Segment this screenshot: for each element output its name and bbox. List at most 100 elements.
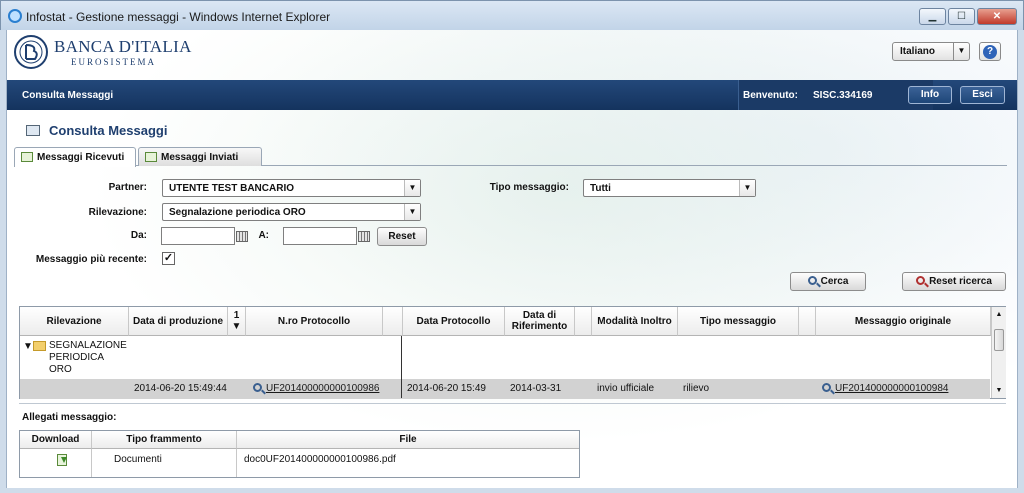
top-navbar: Consulta Messaggi Benvenuto: SISC.334169… xyxy=(7,80,1017,110)
nav-title: Consulta Messaggi xyxy=(22,90,114,101)
page-content: BANCA D'ITALIA EUROSISTEMA Italiano ▼ ? … xyxy=(6,30,1018,488)
reset-ricerca-label: Reset ricerca xyxy=(929,276,992,287)
window-controls: ▁ ☐ ✕ xyxy=(919,8,1017,25)
language-value: Italiano xyxy=(900,46,936,57)
bank-subtitle: EUROSISTEMA xyxy=(71,57,157,67)
column-header-tipo-messaggio[interactable]: Tipo messaggio xyxy=(678,307,799,336)
reset-date-button[interactable]: Reset xyxy=(377,227,427,246)
date-from-input[interactable] xyxy=(161,227,235,245)
column-header-data-produzione[interactable]: Data di produzione xyxy=(129,307,228,336)
divider xyxy=(19,403,1006,404)
data-protocollo-cell: 2014-06-20 15:49 xyxy=(407,383,486,394)
tipo-messaggio-select[interactable]: Tutti ▼ xyxy=(583,179,756,197)
chevron-down-icon: ▼ xyxy=(404,180,420,196)
tipo-frammento-cell: Documenti xyxy=(114,454,162,465)
column-header-spacer xyxy=(799,307,816,336)
recente-label: Messaggio più recente: xyxy=(35,254,147,265)
search-icon xyxy=(253,383,262,392)
recente-checkbox[interactable]: ✓ xyxy=(162,252,175,265)
column-header-data-protocollo[interactable]: Data Protocollo xyxy=(403,307,505,336)
bank-name: BANCA D'ITALIA xyxy=(54,37,192,56)
cerca-label: Cerca xyxy=(820,276,849,287)
scroll-thumb[interactable] xyxy=(994,329,1004,351)
window-title: Infostat - Gestione messaggi - Windows I… xyxy=(26,10,331,24)
page-title: Consulta Messaggi xyxy=(49,123,168,138)
partner-label: Partner: xyxy=(108,182,147,193)
window-title-bar: Infostat - Gestione messaggi - Windows I… xyxy=(0,0,1024,30)
column-header-rilevazione[interactable]: Rilevazione xyxy=(20,307,129,336)
group-label: SEGNALAZIONE PERIODICA ORO xyxy=(49,340,127,375)
column-header-spacer xyxy=(575,307,592,336)
protocollo-cell[interactable]: UF201400000000100986 xyxy=(253,383,379,394)
search-icon xyxy=(822,383,831,392)
column-header-spacer xyxy=(383,307,403,336)
maximize-button[interactable]: ☐ xyxy=(948,8,975,25)
chevron-down-icon: ▼ xyxy=(404,204,420,220)
rilevazione-value: Segnalazione periodica ORO xyxy=(169,207,306,218)
language-select[interactable]: Italiano ▼ xyxy=(892,42,970,61)
tipo-messaggio-value: Tutti xyxy=(590,183,611,194)
column-divider xyxy=(91,449,92,477)
tab-messaggi-inviati[interactable]: Messaggi Inviati xyxy=(138,147,262,166)
sort-indicator[interactable]: 1 ▼ xyxy=(228,307,246,336)
column-divider xyxy=(236,449,237,477)
table-row[interactable]: 2014-06-20 15:49:44 UF201400000000100986… xyxy=(20,379,990,399)
column-header-data-riferimento[interactable]: Data di Riferimento xyxy=(505,307,575,336)
rilevazione-label: Rilevazione: xyxy=(88,207,147,218)
originale-cell[interactable]: UF201400000000100984 xyxy=(822,383,948,394)
chevron-down-icon: ▼ xyxy=(739,180,755,196)
info-button[interactable]: Info xyxy=(908,86,952,104)
date-to-input[interactable] xyxy=(283,227,357,245)
grid-scrollbar[interactable]: ▲ ▼ xyxy=(991,307,1006,398)
ie-icon xyxy=(8,9,22,23)
column-header-download[interactable]: Download xyxy=(20,431,92,449)
messages-icon xyxy=(26,125,40,136)
expand-arrow-icon[interactable]: ▼ xyxy=(23,341,33,352)
username: SISC.334169 xyxy=(813,90,873,101)
partner-value: UTENTE TEST BANCARIO xyxy=(169,183,294,194)
originale-link[interactable]: UF201400000000100984 xyxy=(835,383,948,394)
column-header-modalita[interactable]: Modalità Inoltro xyxy=(592,307,678,336)
scroll-down-icon[interactable]: ▼ xyxy=(993,384,1005,397)
rilevazione-select[interactable]: Segnalazione periodica ORO ▼ xyxy=(162,203,421,221)
protocollo-link[interactable]: UF201400000000100986 xyxy=(266,383,379,394)
minimize-button[interactable]: ▁ xyxy=(919,8,946,25)
column-divider xyxy=(401,336,402,398)
folder-icon xyxy=(33,341,46,351)
attachments-title: Allegati messaggio: xyxy=(22,412,117,423)
calendar-icon[interactable] xyxy=(236,231,248,242)
inbox-icon xyxy=(21,152,33,162)
search-icon xyxy=(807,276,817,285)
close-button[interactable]: ✕ xyxy=(977,8,1017,25)
column-header-tipo-frammento[interactable]: Tipo frammento xyxy=(92,431,237,449)
scroll-up-icon[interactable]: ▲ xyxy=(993,308,1005,321)
tab-label: Messaggi Inviati xyxy=(161,152,239,163)
tab-label: Messaggi Ricevuti xyxy=(37,152,125,163)
tipo-messaggio-label: Tipo messaggio: xyxy=(489,182,569,193)
outbox-icon xyxy=(145,152,157,162)
column-header-file[interactable]: File xyxy=(237,431,579,449)
cerca-button[interactable]: Cerca xyxy=(790,272,866,291)
a-label: A: xyxy=(258,230,269,241)
column-header-messaggio-originale[interactable]: Messaggio originale xyxy=(816,307,991,336)
tab-messaggi-ricevuti[interactable]: Messaggi Ricevuti xyxy=(14,147,136,167)
help-button[interactable]: ? xyxy=(979,42,1001,61)
exit-button[interactable]: Esci xyxy=(960,86,1005,104)
data-riferimento-cell: 2014-03-31 xyxy=(510,383,562,394)
tipo-cell: rilievo xyxy=(683,383,710,394)
data-produzione-cell: 2014-06-20 15:49:44 xyxy=(134,383,227,394)
welcome-label: Benvenuto: xyxy=(743,90,798,101)
file-cell: doc0UF201400000000100986.pdf xyxy=(244,454,396,465)
tab-bar: Messaggi Ricevuti Messaggi Inviati xyxy=(14,147,1007,167)
chevron-down-icon: ▼ xyxy=(953,43,969,60)
modalita-cell: invio ufficiale xyxy=(597,383,655,394)
reset-ricerca-button[interactable]: Reset ricerca xyxy=(902,272,1006,291)
partner-select[interactable]: UTENTE TEST BANCARIO ▼ xyxy=(162,179,421,197)
download-icon[interactable] xyxy=(57,454,67,466)
bank-logo-icon xyxy=(14,35,48,69)
calendar-icon[interactable] xyxy=(358,231,370,242)
attachments-table: Download Tipo frammento File Documenti d… xyxy=(19,430,580,478)
da-label: Da: xyxy=(130,230,147,241)
question-icon: ? xyxy=(983,45,997,59)
column-header-protocollo[interactable]: N.ro Protocollo xyxy=(246,307,383,336)
